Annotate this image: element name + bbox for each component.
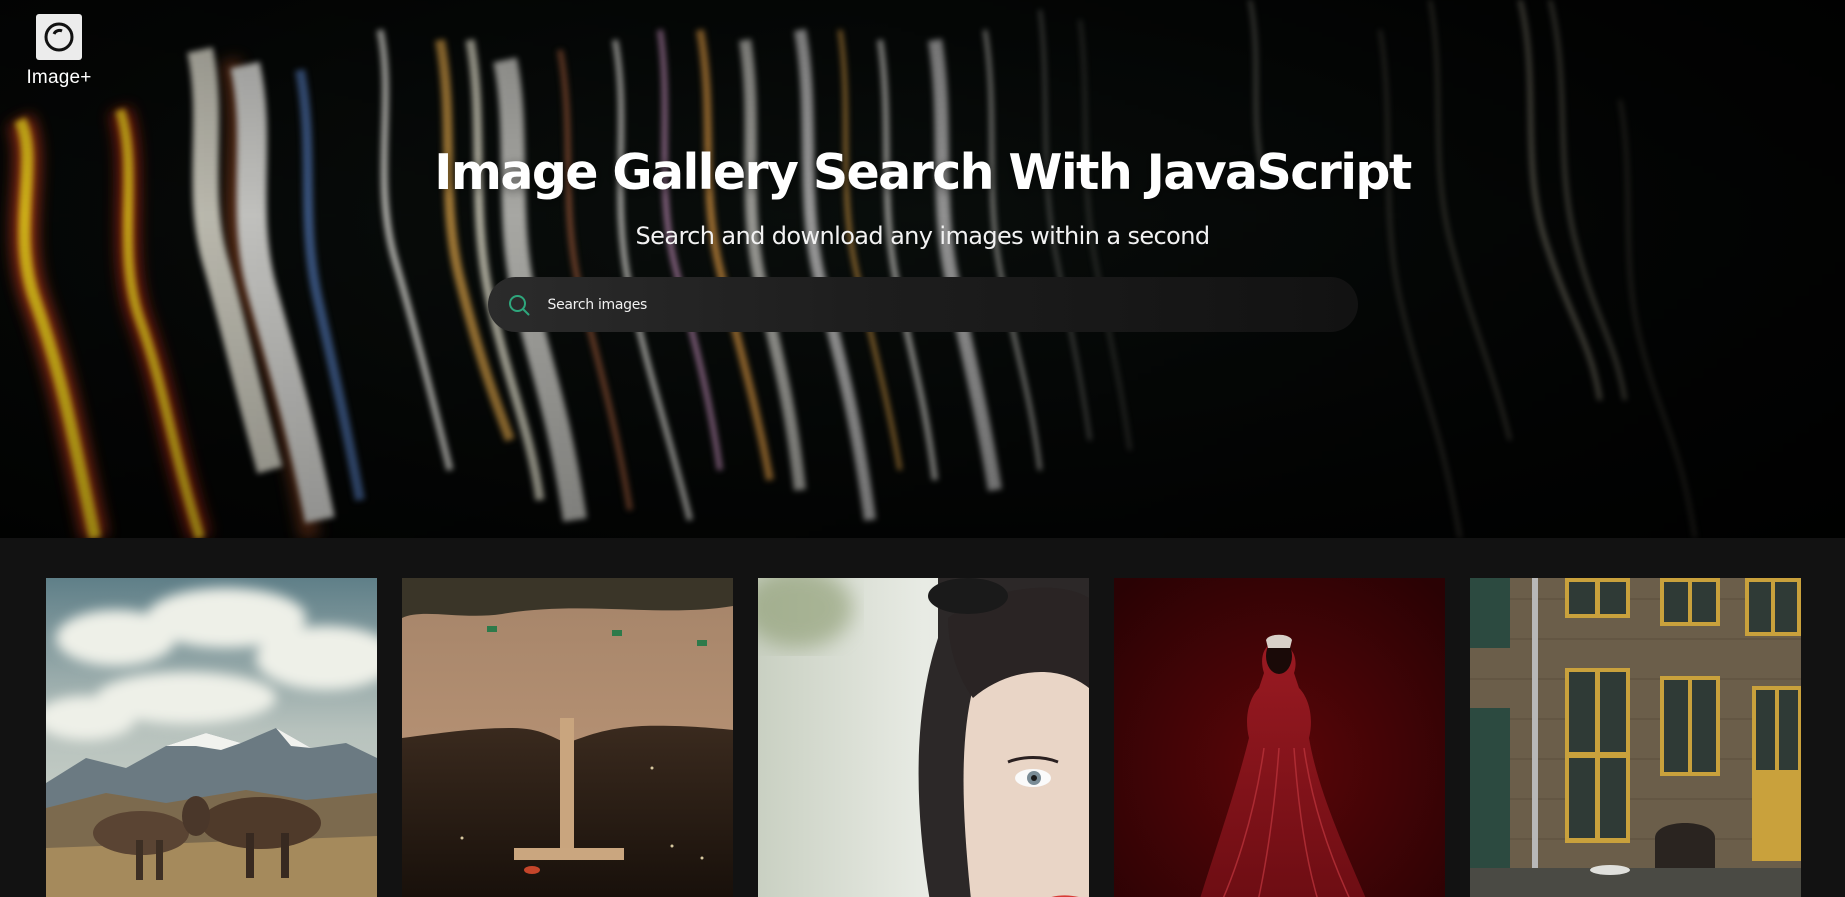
hero-section: Image+ Image Gallery Search With JavaScr… xyxy=(0,0,1845,538)
red-dress-figure-photo xyxy=(1114,578,1445,897)
gallery-card-building[interactable] xyxy=(1470,578,1801,897)
hero-content: Image Gallery Search With JavaScript Sea… xyxy=(0,140,1845,332)
search-icon xyxy=(506,292,532,318)
brick-building-facade-photo xyxy=(1470,578,1801,897)
woman-portrait-photo xyxy=(758,578,1089,897)
brand-logo[interactable]: Image+ xyxy=(25,14,93,89)
gallery-card-red-dress[interactable] xyxy=(1114,578,1445,897)
gallery-card-portrait[interactable] xyxy=(758,578,1089,897)
gallery-card-donkeys[interactable] xyxy=(46,578,377,897)
search-input[interactable] xyxy=(547,277,1358,332)
search-bar[interactable] xyxy=(487,277,1358,332)
aerial-beach-pier-photo xyxy=(402,578,733,897)
brand-name: Image+ xyxy=(26,67,92,88)
image-gallery xyxy=(46,578,1801,897)
donkeys-mountain-photo xyxy=(46,578,377,897)
page-title: Image Gallery Search With JavaScript xyxy=(434,144,1412,201)
eye-logo-icon xyxy=(36,14,82,60)
page-subtitle: Search and download any images within a … xyxy=(635,222,1211,250)
gallery-card-beach[interactable] xyxy=(402,578,733,897)
